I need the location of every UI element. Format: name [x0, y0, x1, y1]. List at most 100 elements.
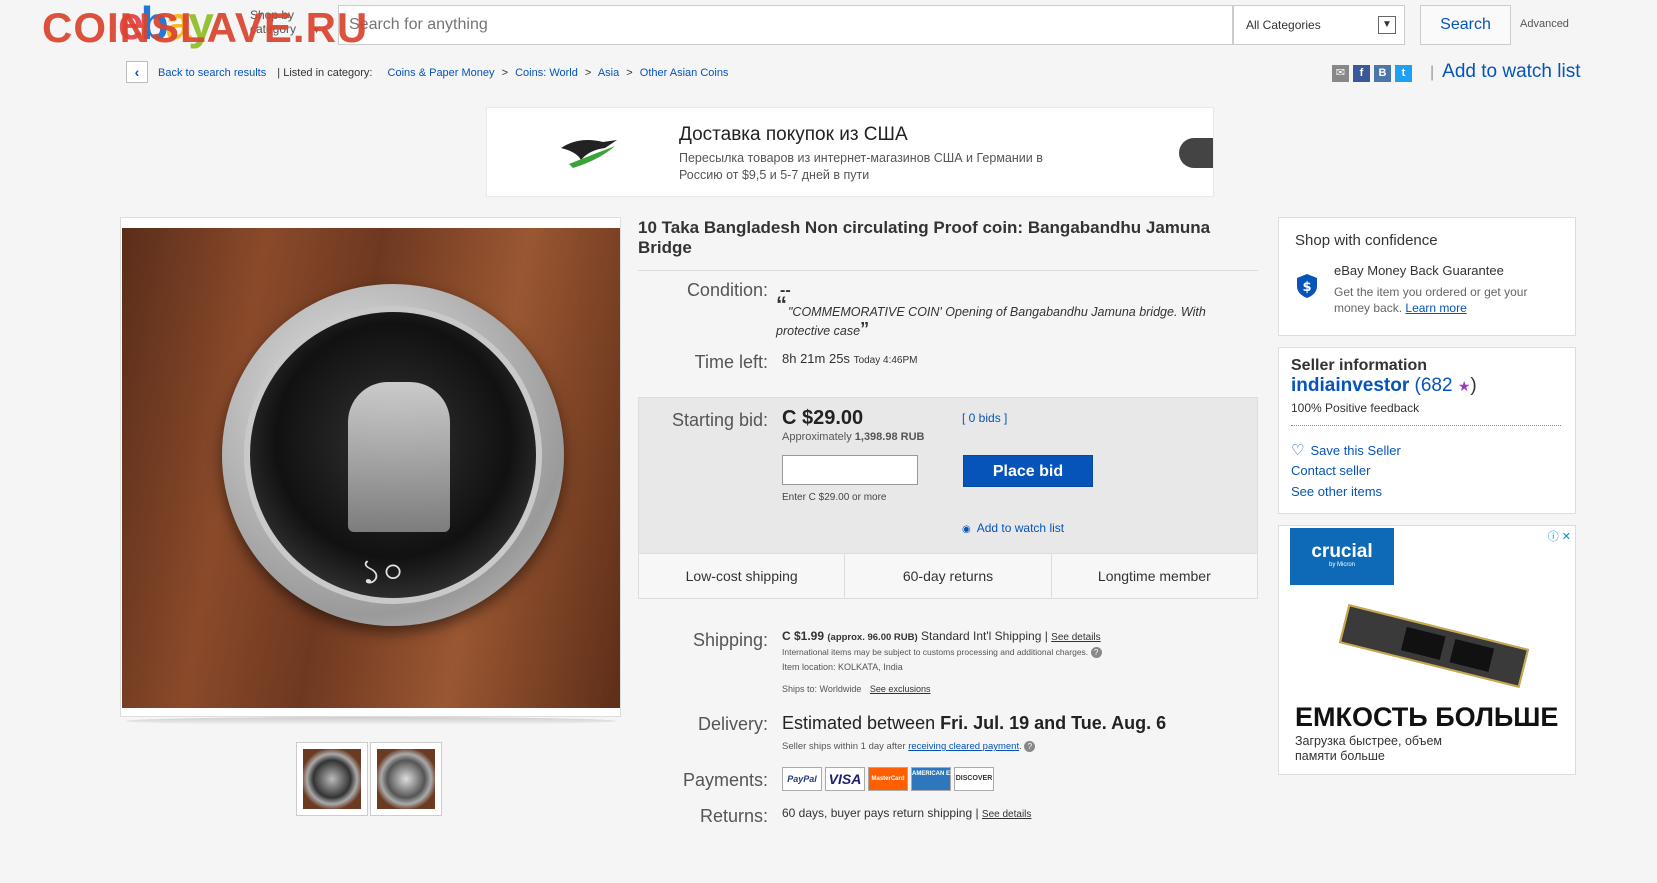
ships-to: Ships to: Worldwide See exclusions [782, 684, 931, 694]
coin-numeral: ১০ [360, 552, 405, 592]
guarantee-title: eBay Money Back Guarantee [1334, 263, 1504, 278]
starting-bid-label: Starting bid: [671, 410, 768, 430]
search-input[interactable] [349, 6, 1209, 44]
vk-icon[interactable]: B [1374, 65, 1391, 82]
breadcrumb-separator: > [501, 67, 509, 79]
twitter-icon[interactable]: t [1395, 65, 1412, 82]
shipping-label: Shipping: [692, 630, 768, 650]
chevron-left-icon[interactable]: ‹ [126, 61, 148, 83]
help-icon[interactable]: ? [1024, 741, 1036, 752]
approx-price: Approximately 1,398.98 RUB [782, 431, 925, 443]
returns-policy: 60 days, buyer pays return shipping | Se… [782, 806, 1032, 820]
see-details-link[interactable]: See details [1051, 632, 1100, 643]
seller-information: Seller information indiainvestor (682 ★)… [1278, 347, 1576, 514]
breadcrumb-item[interactable]: Asia [598, 67, 619, 79]
breadcrumb-item[interactable]: Other Asian Coins [640, 67, 729, 79]
save-seller[interactable]: ♡ Save this Seller [1291, 441, 1401, 459]
handling-note: Seller ships within 1 day after receivin… [782, 741, 1036, 752]
payments-label: Payments: [682, 770, 768, 790]
coin-figures [348, 382, 450, 532]
amex-logo: AMERICAN EXPRESS [911, 767, 974, 791]
feature-low-cost-shipping: Low-cost shipping [639, 554, 846, 598]
svg-text:$: $ [1302, 280, 1311, 295]
coin-photo[interactable]: ১০ [122, 228, 620, 708]
returns-label: Returns: [699, 806, 768, 826]
ad-headline: ЕМКОСТЬ БОЛЬШЕ [1295, 702, 1559, 732]
breadcrumb-separator: > [584, 67, 592, 79]
item-title: 10 Taka Bangladesh Non circulating Proof… [638, 218, 1211, 257]
watermark: COINSLAVE.RU [42, 4, 369, 51]
search-button[interactable]: Search [1420, 5, 1511, 45]
facebook-icon[interactable]: f [1353, 65, 1370, 82]
shield-icon: $ [1297, 274, 1317, 298]
seller-name-link[interactable]: indiainvestor [1291, 375, 1409, 396]
category-select[interactable]: All Categories ▼ [1233, 5, 1405, 45]
shop-with-confidence: Shop with confidence $ eBay Money Back G… [1278, 217, 1576, 336]
coin-capsule: ১০ [222, 284, 564, 626]
guarantee-desc: Get the item you ordered or get your mon… [1334, 285, 1528, 315]
ad-choices-icon[interactable]: ⓘ ✕ [1548, 528, 1571, 544]
mastercard-logo: MasterCard [868, 767, 908, 791]
see-exclusions-link[interactable]: See exclusions [870, 684, 931, 694]
seller-divider [1291, 425, 1561, 426]
condition-description: "COMMEMORATIVE COIN' Opening of Bangaban… [776, 305, 1206, 339]
delivery-label: Delivery: [697, 714, 768, 734]
search-box[interactable] [338, 5, 1233, 45]
learn-more-link[interactable]: Learn more [1405, 301, 1466, 315]
breadcrumb-item[interactable]: Coins: World [515, 67, 578, 79]
ad-banner[interactable]: Доставка покупок из США Пересылка товаро… [486, 107, 1214, 197]
bid-count[interactable]: [ 0 bids ] [962, 411, 1007, 425]
cleared-payment-link[interactable]: receiving cleared payment [908, 741, 1019, 752]
thumbnail-1[interactable] [296, 742, 368, 816]
star-icon: ★ [1457, 378, 1471, 394]
feature-longtime-member: Longtime member [1097, 568, 1211, 584]
divider [638, 270, 1258, 271]
watch-list-link[interactable]: ◉ Add to watch list [962, 521, 1064, 535]
feature-strip: Low-cost shipping 60-day returns Longtim… [639, 553, 1257, 598]
chevron-down-icon: ▼ [1378, 16, 1396, 34]
bid-input[interactable] [782, 455, 918, 485]
back-to-results-link[interactable]: Back to search results [158, 67, 266, 79]
ssd-image [1338, 604, 1530, 688]
returns-details-link[interactable]: See details [982, 809, 1031, 820]
seller-title: Seller information [1291, 357, 1428, 374]
bird-logo-icon [561, 140, 617, 168]
time-left-value: 8h 21m 25s Today 4:46PM [782, 351, 918, 366]
crucial-ad[interactable]: ⓘ ✕ crucial by Micron ЕМКОСТЬ БОЛЬШЕ Заг… [1278, 525, 1576, 775]
listed-label: | Listed in category: [277, 67, 373, 79]
add-to-watch-list-link[interactable]: Add to watch list [1430, 61, 1580, 83]
advanced-search-link[interactable]: Advanced [1520, 18, 1569, 30]
main-image-frame[interactable]: ১০ [120, 217, 621, 717]
help-icon[interactable]: ? [1090, 647, 1102, 659]
breadcrumb-item[interactable]: Coins & Paper Money [388, 67, 495, 79]
thumbnail-2[interactable] [370, 742, 442, 816]
eye-icon: ◉ [962, 524, 971, 535]
condition-label: Condition: [686, 280, 768, 300]
ad-subtext: Загрузка быстрее, объем памяти больше [1295, 734, 1442, 763]
ad-button[interactable] [1179, 138, 1213, 168]
image-shadow [126, 717, 616, 725]
discover-logo: DISCOVER [954, 767, 994, 791]
positive-feedback: 100% Positive feedback [1291, 401, 1420, 415]
feature-returns: 60-day returns [845, 554, 1052, 598]
bid-hint: Enter C $29.00 or more [782, 492, 887, 503]
share-icons: ✉ f Bt [1332, 63, 1416, 82]
seller-name-row: indiainvestor (682 ★) [1291, 375, 1477, 396]
time-left-label: Time left: [694, 352, 768, 372]
coin: ১০ [244, 306, 542, 604]
paypal-logo: PayPal [782, 767, 822, 791]
see-other-items-link[interactable]: See other items [1291, 484, 1382, 499]
email-icon[interactable]: ✉ [1332, 65, 1349, 82]
contact-seller-link[interactable]: Contact seller [1291, 463, 1370, 478]
place-bid-button[interactable]: Place bid [963, 455, 1093, 487]
heart-icon: ♡ [1291, 442, 1305, 459]
delivery-estimate: Estimated between Fri. Jul. 19 and Tue. … [782, 713, 1167, 733]
payment-logos: PayPal VISA MasterCardAMERICAN EXPRESSDISC… [782, 767, 997, 791]
confidence-title: Shop with confidence [1295, 232, 1438, 249]
ad-text: Пересылка товаров из интернет-магазинов … [679, 151, 1043, 182]
item-location: Item location: KOLKATA, India [782, 662, 903, 672]
quote-mark: ” [860, 319, 870, 339]
ad-title: Доставка покупок из США [679, 124, 908, 145]
visa-logo: VISA [825, 767, 865, 791]
breadcrumb: Back to search results | Listed in categ… [158, 67, 732, 79]
